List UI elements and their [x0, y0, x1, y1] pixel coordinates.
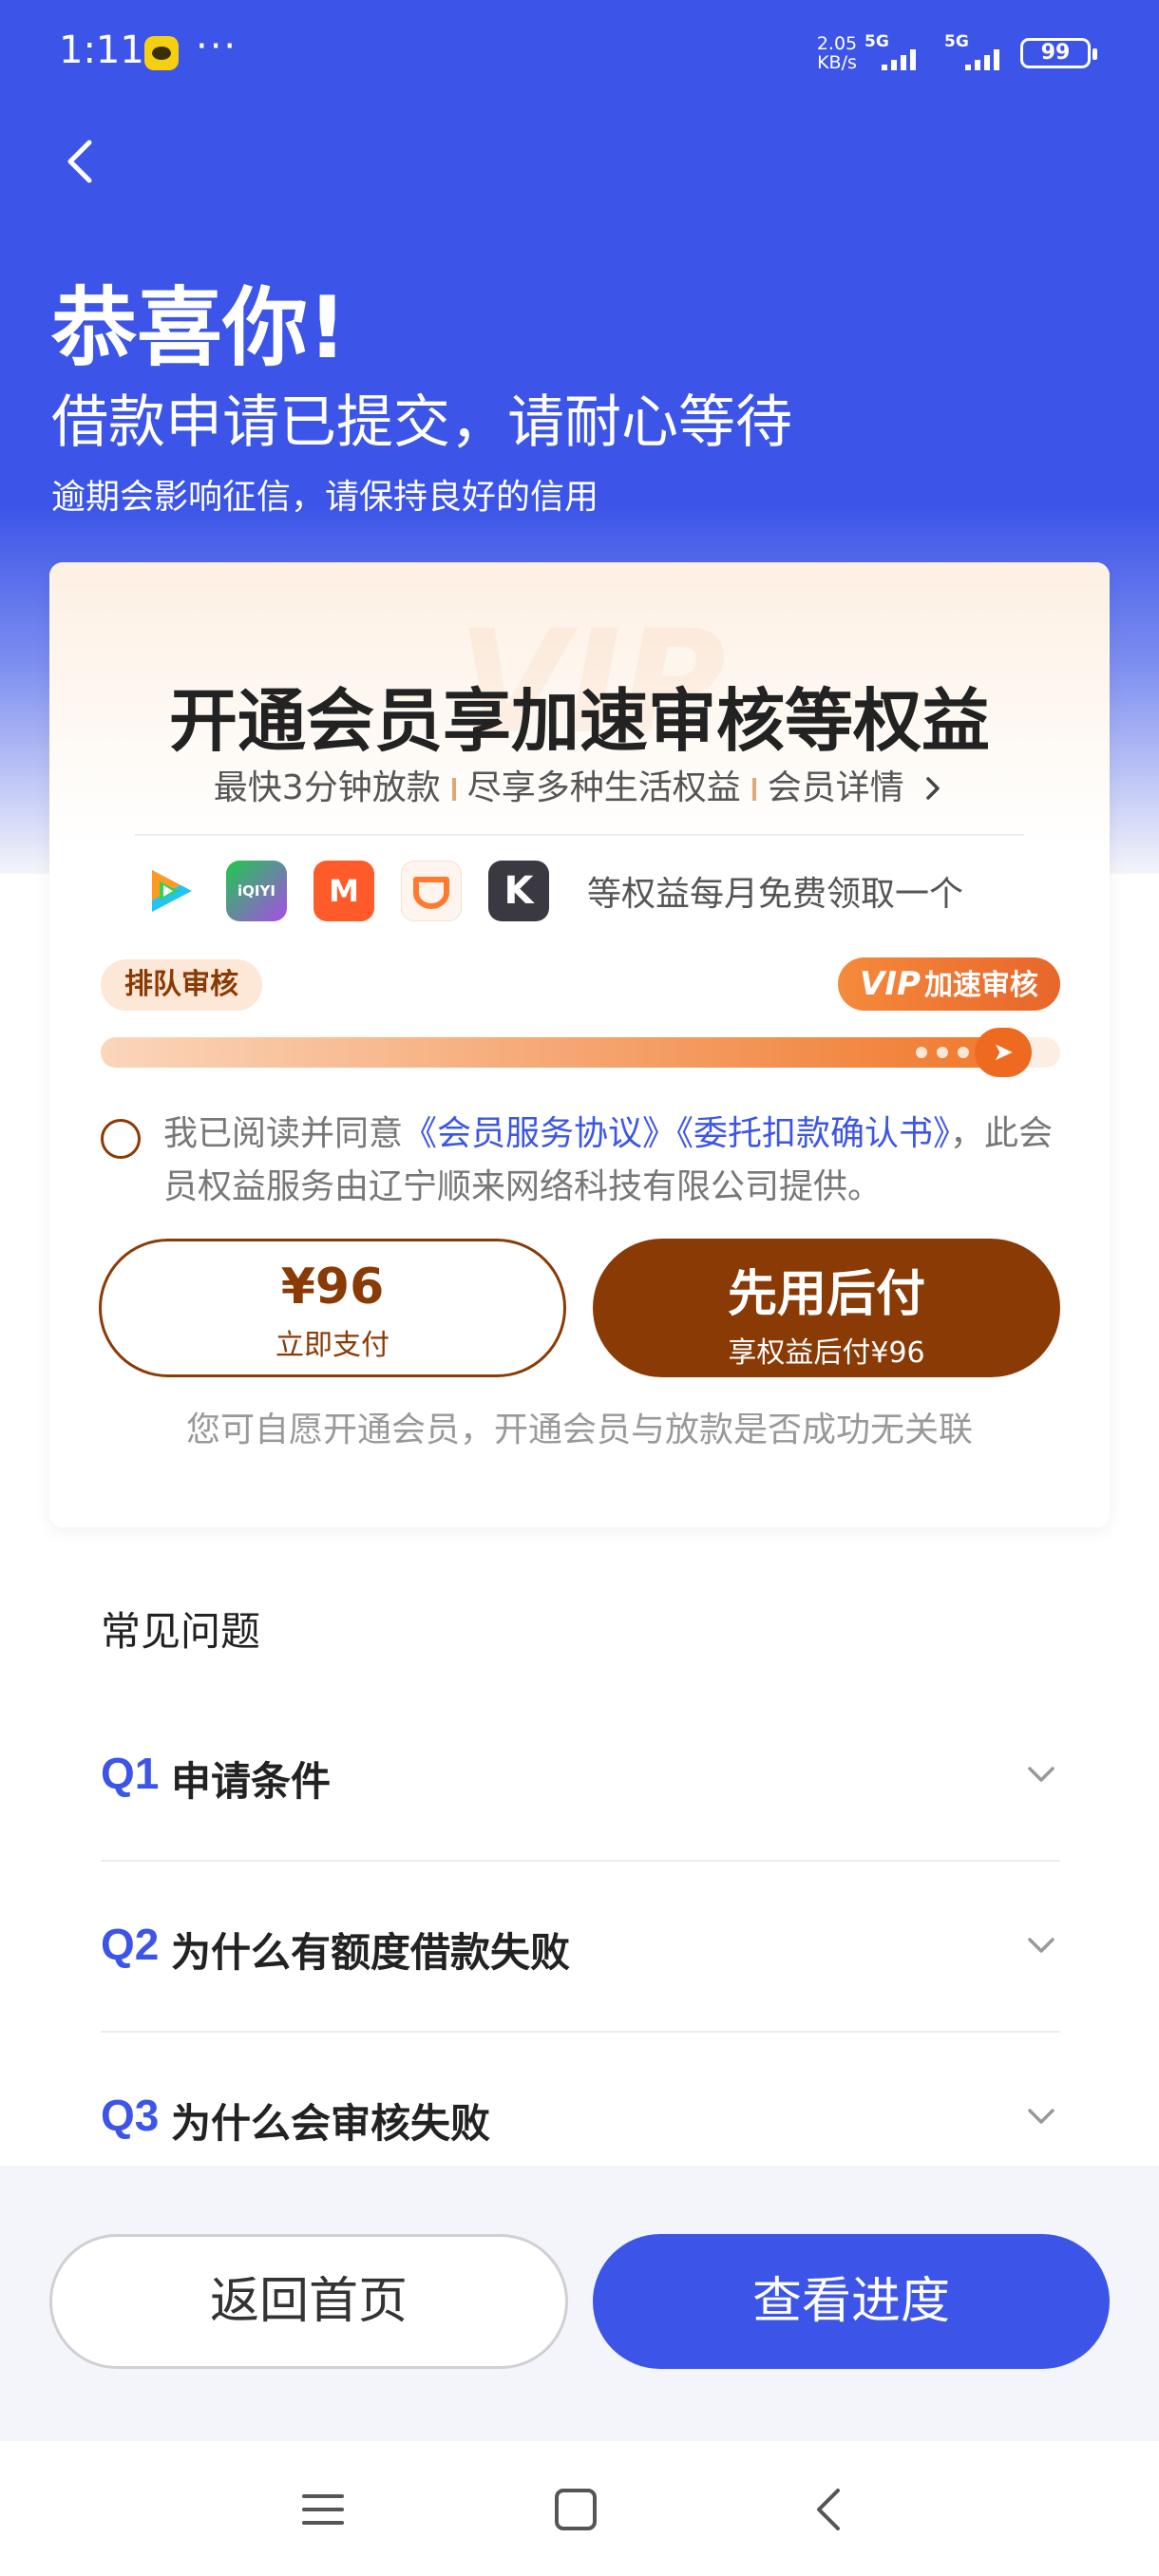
- rocket-icon: ➤: [975, 1028, 1032, 1077]
- pay-now-label: 立即支付: [276, 1329, 390, 1362]
- feature-separator: [451, 778, 456, 801]
- agreement-text: 我已阅读并同意《会员服务协议》《委托扣款确认书》，此会员权益服务由辽宁顺来网络科…: [101, 1108, 1060, 1214]
- faq-question: 申请条件: [171, 1758, 332, 1805]
- member-details-label: 会员详情: [767, 768, 904, 807]
- faq-number: Q1: [101, 1749, 160, 1798]
- pay-now-button[interactable]: ¥96 立即支付: [99, 1239, 566, 1377]
- view-progress-button[interactable]: 查看进度: [593, 2234, 1110, 2369]
- vip-feature-list: 最快3分钟放款 尽享多种生活权益 会员详情: [49, 760, 1110, 809]
- member-service-agreement-link[interactable]: 《会员服务协议》: [403, 1114, 676, 1153]
- chevron-left-icon: [67, 140, 92, 183]
- page-headline: 恭喜你!: [51, 278, 348, 378]
- vip-badge-prefix: VIP: [860, 965, 921, 1003]
- faq-question: 为什么会审核失败: [171, 2100, 491, 2147]
- faq-number: Q2: [101, 1920, 160, 1969]
- review-progress-bar: ➤: [101, 1028, 1060, 1077]
- agreement-checkbox[interactable]: [101, 1119, 141, 1159]
- keep-icon: K: [488, 861, 549, 921]
- chevron-down-icon: [1028, 1767, 1054, 1782]
- faq-number: Q3: [101, 2091, 160, 2140]
- mango-tv-icon: M: [314, 861, 374, 921]
- home-icon[interactable]: [549, 2483, 602, 2536]
- chevron-down-icon: [1028, 1938, 1054, 1953]
- signal-icon-2: 5G: [944, 32, 1011, 70]
- network-speed: 2.05 KB/s: [813, 34, 861, 72]
- faq-item-q1[interactable]: Q1 申请条件: [101, 1748, 1060, 1919]
- card-divider: [135, 834, 1024, 836]
- debit-confirmation-link[interactable]: 《委托扣款确认书》: [676, 1114, 950, 1153]
- faq-item-q2[interactable]: Q2 为什么有额度借款失败: [101, 1919, 1060, 2090]
- pay-later-label: 先用后付: [727, 1266, 925, 1323]
- faq-divider: [101, 1860, 1060, 1862]
- status-bar: 1:11 ··· 2.05 KB/s 5G 5G 99: [0, 0, 1159, 104]
- more-notifications-icon: ···: [196, 25, 238, 68]
- page-subhead: 借款申请已提交，请耐心等待: [51, 389, 792, 456]
- agreement-row: 我已阅读并同意《会员服务协议》《委托扣款确认书》，此会员权益服务由辽宁顺来网络科…: [101, 1108, 1060, 1214]
- vip-fast-review-badge: VIP 加速审核: [838, 957, 1060, 1011]
- signal-icon: 5G: [864, 32, 925, 70]
- back-nav-icon[interactable]: [804, 2483, 857, 2536]
- voluntary-note: 您可自愿开通会员，开通会员与放款是否成功无关联: [185, 1411, 973, 1449]
- feature-separator: [751, 778, 756, 801]
- review-progress-fill: [101, 1037, 1003, 1068]
- credit-note: 逾期会影响征信，请保持良好的信用: [51, 478, 599, 517]
- faq-divider: [101, 2031, 1060, 2033]
- menu-icon[interactable]: [296, 2483, 350, 2536]
- progress-dots: [916, 1047, 969, 1058]
- agreement-prefix: 我已阅读并同意: [163, 1114, 404, 1153]
- tencent-video-icon: [139, 861, 200, 921]
- network-speed-unit: KB/s: [817, 52, 857, 73]
- feature-life-benefits: 尽享多种生活权益: [466, 768, 741, 807]
- chevron-down-icon: [1028, 2109, 1054, 2124]
- faq-item-q3[interactable]: Q3 为什么会审核失败: [101, 2090, 1060, 2166]
- pay-later-button[interactable]: 先用后付 享权益后付¥96: [593, 1239, 1060, 1377]
- chevron-right-icon: [926, 777, 940, 800]
- chat-app-icon: [144, 36, 179, 70]
- back-button[interactable]: [53, 133, 110, 190]
- didi-icon: [401, 861, 462, 921]
- battery-icon: 99: [1020, 38, 1097, 68]
- vip-card: VIP 开通会员享加速审核等权益 最快3分钟放款 尽享多种生活权益 会员详情 iQI…: [49, 562, 1110, 1527]
- return-home-button[interactable]: 返回首页: [49, 2234, 568, 2369]
- brand-benefits-row: iQIYI M K 等权益每月免费领取一个: [139, 861, 963, 921]
- pay-later-sub: 享权益后付¥96: [728, 1336, 925, 1370]
- feature-fast-loan: 最快3分钟放款: [213, 768, 441, 807]
- faq-title: 常见问题: [101, 1608, 261, 1655]
- member-details-link[interactable]: 会员详情: [768, 768, 945, 807]
- iqiyi-icon: iQIYI: [226, 861, 287, 921]
- pay-now-price: ¥96: [280, 1259, 385, 1316]
- faq-question: 为什么有额度借款失败: [171, 1929, 571, 1976]
- vip-badge-label: 加速审核: [923, 969, 1038, 1002]
- network-speed-value: 2.05: [816, 33, 858, 54]
- status-time: 1:11: [59, 28, 144, 72]
- queue-review-badge: 排队审核: [101, 959, 262, 1011]
- vip-card-title: 开通会员享加速审核等权益: [168, 681, 990, 761]
- brand-benefits-label: 等权益每月免费领取一个: [587, 875, 964, 914]
